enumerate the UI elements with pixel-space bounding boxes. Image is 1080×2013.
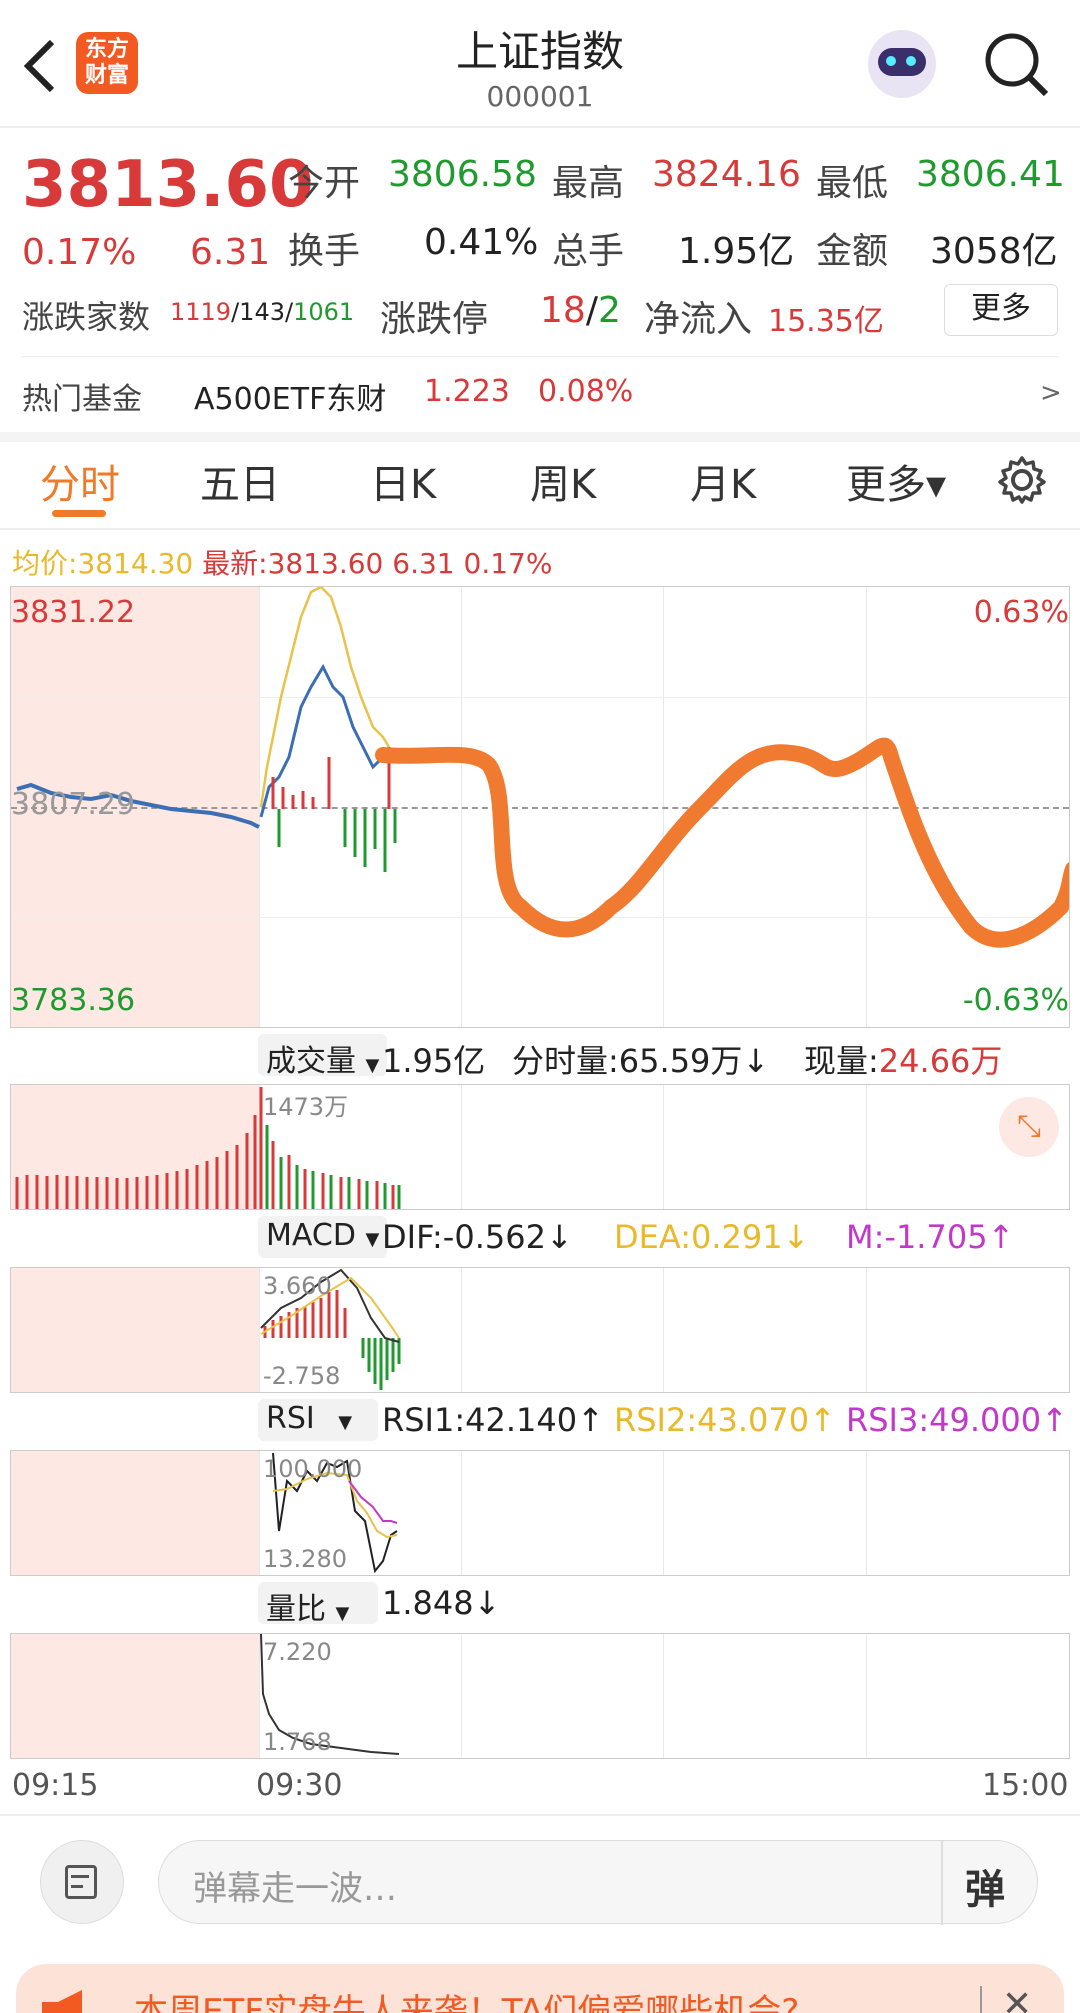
rsi-selector[interactable]: RSI ▼: [258, 1399, 378, 1441]
settings-gear-icon[interactable]: [996, 454, 1048, 506]
pct-bottom-label: -0.63%: [962, 983, 1069, 1018]
expand-icon[interactable]: ⤡: [999, 1097, 1059, 1157]
time-end: 15:00: [982, 1768, 1069, 1803]
high-label: 最高: [552, 163, 625, 204]
vr-top-label: 7.220: [263, 1638, 332, 1666]
macd-selector[interactable]: MACD ▼: [258, 1216, 388, 1258]
tab-monthly-k[interactable]: 月K: [690, 452, 756, 510]
intraday-price-chart[interactable]: 3831.22 3807.29 3783.36 0.63% -0.63%: [10, 586, 1070, 1028]
vr-bottom-label: 1.768: [263, 1728, 332, 1756]
tab-weekly-k[interactable]: 周K: [530, 452, 596, 510]
tab-more[interactable]: 更多▾: [846, 452, 946, 510]
tab-active-indicator: [52, 510, 106, 517]
fund-chevron-icon[interactable]: >: [1040, 378, 1062, 408]
volume-minute: 分时量:65.59万↓: [512, 1042, 770, 1080]
summary-line: 均价:3814.30 最新:3813.60 6.31 0.17%: [12, 547, 553, 580]
volume-max-label: 1473万: [263, 1093, 349, 1121]
amount-value: 3058亿: [930, 231, 1058, 272]
pct-top-label: 0.63%: [973, 595, 1069, 630]
rsi2: RSI2:43.070↑: [614, 1401, 836, 1439]
turnover-value: 0.41%: [424, 222, 539, 263]
macd-dea: DEA:0.291↓: [614, 1218, 810, 1256]
pct-change: 0.17%: [22, 232, 137, 273]
tab-intraday[interactable]: 分时: [40, 452, 120, 510]
y-mid-label: 3807.29: [11, 787, 136, 822]
rsi1: RSI1:42.140↑: [382, 1401, 604, 1439]
low-value: 3806.41: [916, 154, 1065, 195]
rsi-top-label: 100.000: [263, 1455, 363, 1483]
tab-daily-k[interactable]: 日K: [370, 452, 436, 510]
volume-ratio-line: [260, 1634, 400, 1755]
turnover-label: 换手: [288, 231, 361, 272]
breadth-values: 1119/143/1061: [170, 298, 355, 326]
close-icon[interactable]: ✕: [1002, 1984, 1032, 2013]
breadth-label: 涨跌家数: [22, 298, 151, 336]
fund-name[interactable]: A500ETF东财: [194, 374, 386, 418]
macd-bottom-label: -2.758: [263, 1362, 341, 1390]
search-icon[interactable]: [982, 30, 1052, 100]
fund-label: 热门基金: [22, 382, 142, 417]
fund-price: 1.223: [424, 374, 510, 409]
volume-ratio-value: 1.848↓: [382, 1584, 501, 1622]
time-open: 09:30: [256, 1768, 343, 1803]
amount-label: 金额: [816, 231, 889, 272]
y-top-label: 3831.22: [11, 595, 136, 630]
macd-m: M:-1.705↑: [846, 1218, 1015, 1256]
banner-text: 本周ETF实盘牛人来袭！TA们偏爱哪些机会?: [134, 1992, 800, 2013]
price-lines: [16, 587, 1069, 948]
volume-ratio-chart[interactable]: 7.220 1.768: [10, 1633, 1070, 1759]
danmu-list-icon[interactable]: [40, 1840, 124, 1924]
danmu-toggle-button[interactable]: 弹: [965, 1857, 1005, 1915]
price: 3813.60: [22, 148, 314, 222]
fund-pct: 0.08%: [538, 374, 634, 409]
abs-change: 6.31: [190, 232, 271, 273]
inflow-bars: [271, 747, 397, 872]
more-button[interactable]: 更多: [944, 284, 1058, 336]
volume-ratio-selector[interactable]: 量比 ▼: [258, 1582, 378, 1627]
high-value: 3824.16: [652, 154, 801, 195]
megaphone-icon: [42, 1990, 82, 2013]
rsi-bottom-label: 13.280: [263, 1545, 347, 1573]
latest-price-line: [259, 663, 390, 818]
limit-label: 涨跌停: [380, 299, 489, 340]
macd-lines: [260, 1268, 401, 1390]
volume-selector[interactable]: 成交量 ▼: [258, 1034, 388, 1079]
hand-drawn-prediction-line: [375, 737, 1069, 948]
y-bottom-label: 3783.36: [11, 983, 136, 1018]
volume-value: 1.95亿: [678, 231, 795, 272]
rsi3: RSI3:49.000↑: [846, 1401, 1068, 1439]
volume-current: 现量:24.66万: [804, 1042, 1003, 1080]
volume-total: 1.95亿: [382, 1042, 486, 1080]
macd-chart[interactable]: 3.660 -2.758: [10, 1267, 1070, 1393]
limit-values: 18/2: [540, 290, 621, 331]
volume-label: 总手: [552, 231, 625, 272]
promo-banner[interactable]: 本周ETF实盘牛人来袭！TA们偏爱哪些机会? ✕: [16, 1964, 1064, 2013]
danmu-input[interactable]: 弹幕走一波… 弹: [158, 1840, 1038, 1925]
rsi-lines: [272, 1452, 398, 1574]
open-label: 今开: [288, 163, 361, 204]
volume-chart[interactable]: 1473万 ⤡: [10, 1084, 1070, 1210]
time-start: 09:15: [12, 1768, 99, 1803]
macd-dif: DIF:-0.562↓: [382, 1218, 573, 1256]
tab-five-day[interactable]: 五日: [200, 452, 280, 510]
volume-bars: [15, 1087, 401, 1209]
low-label: 最低: [816, 163, 889, 204]
inflow-value: 15.35亿: [768, 304, 884, 339]
inflow-label: 净流入: [644, 299, 753, 340]
open-value: 3806.58: [388, 154, 537, 195]
rsi-chart[interactable]: 100.000 13.280: [10, 1450, 1070, 1576]
macd-top-label: 3.660: [263, 1272, 332, 1300]
robot-assistant-icon[interactable]: [868, 30, 936, 98]
